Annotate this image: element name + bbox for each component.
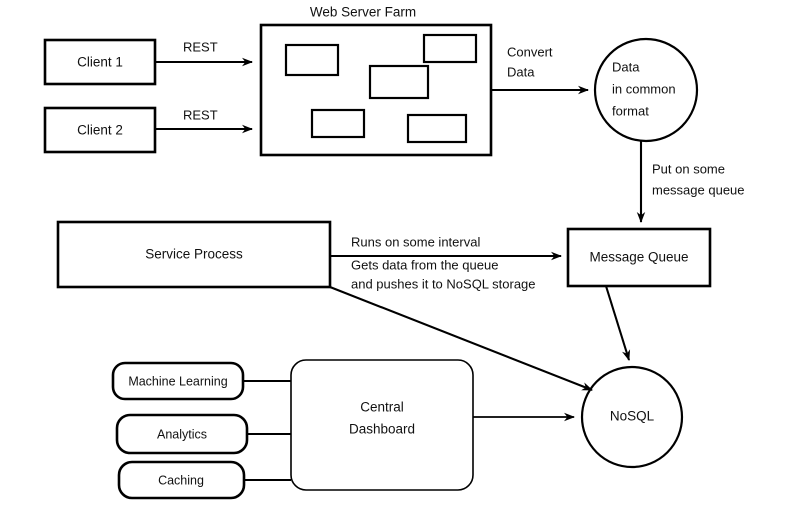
node-machine-learning[interactable]: Machine Learning [111, 361, 245, 401]
server-box[interactable] [406, 113, 468, 144]
data-common-format-line-2: in common [612, 81, 676, 96]
client-2-label: Client 2 [77, 123, 123, 138]
data-queue-label-line-2: message queue [652, 182, 745, 197]
node-client-1[interactable]: Client 1 [43, 38, 157, 86]
service-queue-label-line-1: Runs on some interval [351, 234, 480, 249]
edge-data-to-queue: Put on some message queue [636, 141, 745, 223]
queue-nosql-arrow [604, 285, 631, 361]
edge-client2-to-farm: REST [155, 107, 253, 134]
node-nosql[interactable]: NoSQL [580, 365, 684, 469]
edge-farm-to-data: Convert Data [491, 44, 589, 95]
data-queue-label-line-1: Put on some [652, 161, 725, 176]
architecture-diagram: Client 1 Client 2 Web Server Farm Data i… [0, 0, 800, 517]
data-common-format-line-3: format [612, 103, 649, 118]
farm-data-label-line-2: Data [507, 64, 535, 79]
server-box[interactable] [284, 43, 340, 77]
server-box[interactable] [422, 33, 478, 64]
caching-label: Caching [158, 473, 204, 487]
edge-service-to-queue: Runs on some interval Gets data from the… [330, 234, 562, 291]
server-box[interactable] [310, 108, 366, 139]
node-analytics[interactable]: Analytics [115, 413, 249, 455]
central-dashboard-line-2: Dashboard [349, 422, 415, 437]
client1-farm-label: REST [183, 39, 218, 54]
edge-client1-to-farm: REST [155, 39, 253, 67]
central-dashboard-line-1: Central [360, 400, 404, 415]
node-service-process[interactable]: Service Process [56, 220, 332, 289]
service-process-label: Service Process [145, 247, 243, 262]
service-queue-label-line-3: and pushes it to NoSQL storage [351, 276, 536, 291]
node-central-dashboard[interactable]: Central Dashboard [290, 359, 474, 491]
node-message-queue[interactable]: Message Queue [566, 227, 712, 288]
nosql-label: NoSQL [610, 409, 655, 424]
web-server-farm-title: Web Server Farm [310, 5, 416, 20]
node-caching[interactable]: Caching [117, 460, 246, 500]
data-common-format-line-1: Data [612, 59, 640, 74]
service-queue-label-line-2: Gets data from the queue [351, 257, 498, 272]
client2-farm-label: REST [183, 107, 218, 122]
message-queue-label: Message Queue [589, 250, 688, 265]
node-web-server-farm[interactable]: Web Server Farm [259, 5, 493, 157]
farm-data-label-line-1: Convert [507, 44, 553, 59]
machine-learning-label: Machine Learning [128, 374, 227, 388]
edge-queue-to-nosql [604, 285, 631, 361]
server-box[interactable] [368, 64, 430, 100]
client-1-label: Client 1 [77, 55, 123, 70]
node-data-in-common-format[interactable]: Data in common format [593, 37, 699, 143]
analytics-label: Analytics [157, 427, 207, 441]
node-client-2[interactable]: Client 2 [43, 106, 157, 154]
